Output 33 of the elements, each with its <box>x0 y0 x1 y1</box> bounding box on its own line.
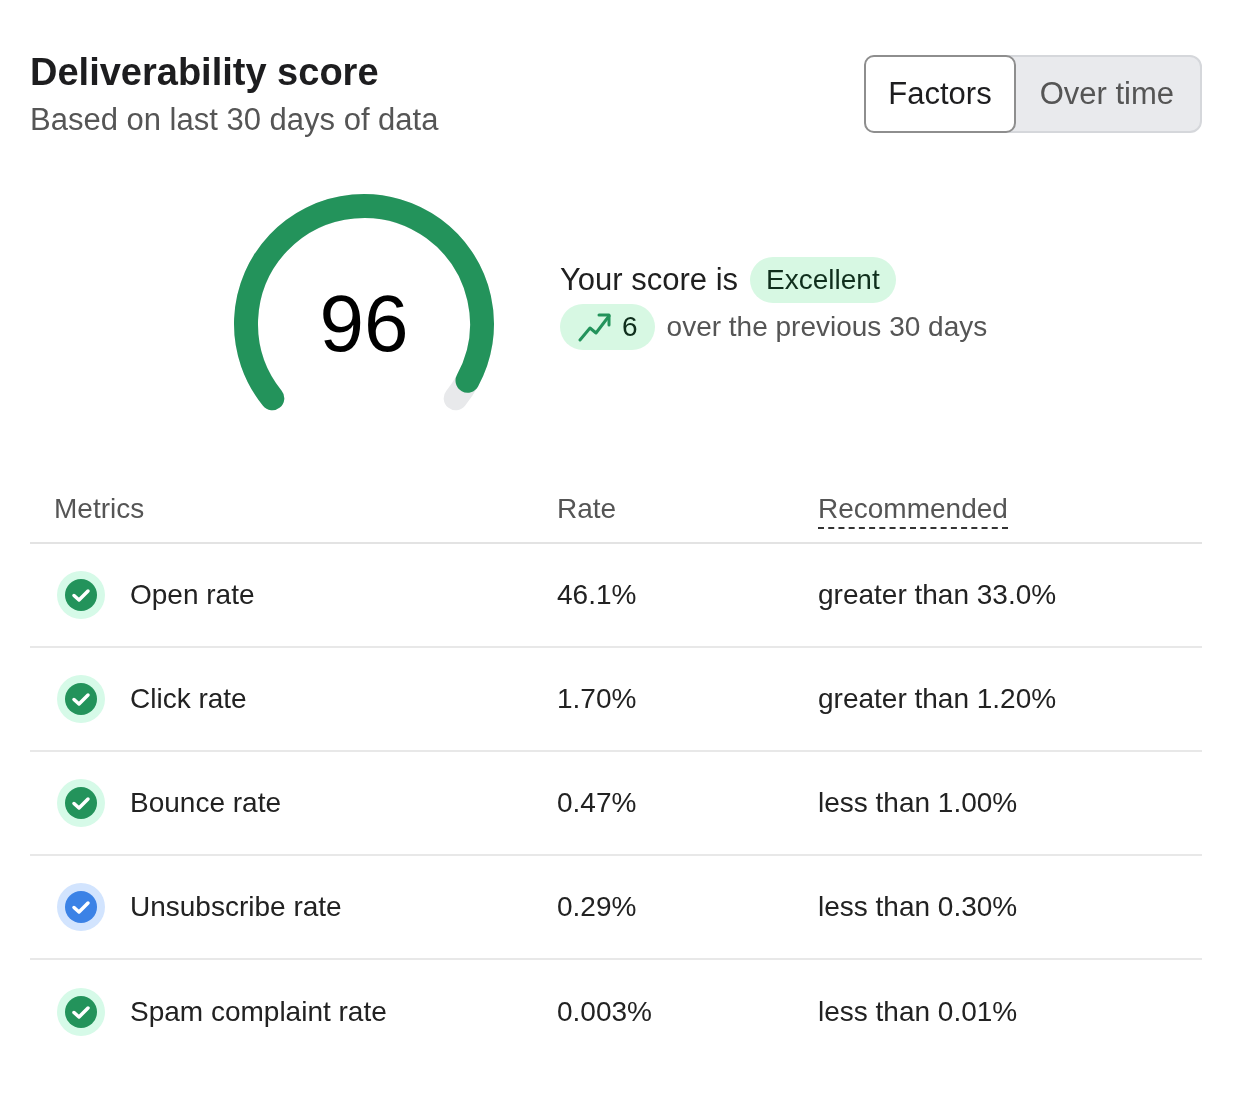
score-label: Your score is <box>560 261 739 298</box>
check-circle-icon <box>57 779 105 827</box>
view-tab[interactable]: Over time <box>1013 57 1200 131</box>
metric-name: Unsubscribe rate <box>130 891 342 923</box>
recommended-value: greater than 33.0% <box>818 579 1057 610</box>
check-circle-icon <box>57 675 105 723</box>
recommended-value: less than 0.30% <box>818 891 1018 922</box>
rating-badge: Excellent <box>750 256 896 303</box>
metric-name: Spam complaint rate <box>130 996 387 1028</box>
trend-up-icon <box>578 311 612 342</box>
score-change-value: 6 <box>622 310 638 343</box>
rate-value: 0.47% <box>557 787 637 818</box>
metric-name: Bounce rate <box>130 787 281 819</box>
card-subtitle: Based on last 30 days of data <box>30 101 439 139</box>
recommended-value: less than 1.00% <box>818 787 1018 818</box>
recommended-value: greater than 1.20% <box>818 683 1057 714</box>
metric-name: Open rate <box>130 579 255 611</box>
column-header[interactable]: Recommended <box>818 493 1008 529</box>
rate-value: 46.1% <box>557 579 637 610</box>
rate-value: 1.70% <box>557 683 637 714</box>
column-header: Rate <box>557 493 617 526</box>
rate-value: 0.29% <box>557 891 637 922</box>
score-value: 96 <box>319 284 409 364</box>
view-tab[interactable]: Factors <box>864 55 1016 133</box>
check-circle-icon <box>57 883 105 931</box>
metric-name: Click rate <box>130 683 247 715</box>
rate-value: 0.003% <box>557 996 652 1027</box>
recommended-value: less than 0.01% <box>818 996 1018 1027</box>
column-header: Metrics <box>54 493 145 526</box>
change-note: over the previous 30 days <box>666 310 988 343</box>
check-circle-icon <box>57 988 105 1036</box>
card-title: Deliverability score <box>30 50 380 94</box>
check-circle-icon <box>57 571 105 619</box>
